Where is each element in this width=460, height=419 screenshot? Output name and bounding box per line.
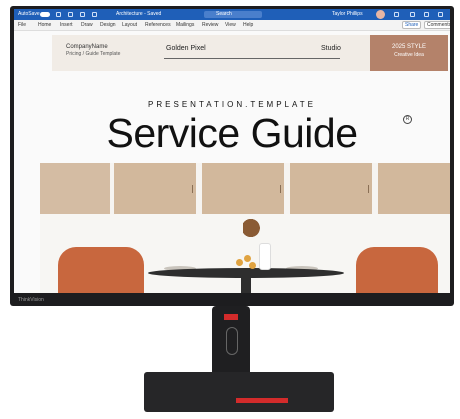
home-icon[interactable]: [68, 12, 73, 17]
maximize-icon[interactable]: [424, 12, 429, 17]
cabinet-handle: [368, 185, 369, 193]
monitor-brand: ThinkVision: [18, 297, 44, 303]
avatar[interactable]: [376, 10, 385, 19]
share-button[interactable]: Share: [402, 21, 422, 29]
cable-hole: [226, 327, 238, 355]
cabinet-panel: [290, 163, 372, 214]
studio-label: Studio: [321, 45, 341, 52]
search-label: Search: [216, 11, 232, 17]
document-canvas[interactable]: CompanyName Pricing / Guide Template Gol…: [14, 31, 450, 293]
monitor-stand: [212, 306, 250, 376]
table-leg: [241, 276, 251, 293]
cabinet-panel: [114, 163, 196, 214]
cabinet-panel: [202, 163, 284, 214]
badge-line2: Creative Idea: [394, 52, 424, 58]
menu-home[interactable]: Home: [38, 22, 51, 28]
eyebrow-text: PRESENTATION.TEMPLATE: [148, 100, 316, 109]
cabinet-panel: [40, 163, 110, 214]
menu-design[interactable]: Design: [100, 22, 116, 28]
menu-view[interactable]: View: [225, 22, 236, 28]
registered-icon: R: [403, 115, 412, 124]
document-title[interactable]: Architecture - Saved: [116, 9, 161, 20]
fruit: [249, 262, 256, 269]
cabinet-handle: [192, 185, 193, 193]
monitor: AutoSave Architecture - Saved Search Tay…: [10, 6, 454, 306]
subtitle: Pricing / Guide Template: [66, 51, 121, 57]
style-badge: 2025 STYLE Creative Idea: [370, 35, 448, 71]
menu-draw[interactable]: Draw: [81, 22, 93, 28]
screen: AutoSave Architecture - Saved Search Tay…: [14, 9, 450, 293]
left-chair: [58, 247, 144, 293]
pen-icon[interactable]: [394, 12, 399, 17]
menu-mailings[interactable]: Mailings: [176, 22, 194, 28]
base-accent: [236, 398, 288, 403]
user-name: Taylor Phillips: [332, 11, 363, 17]
menu-help[interactable]: Help: [243, 22, 253, 28]
menu-insert[interactable]: Insert: [60, 22, 73, 28]
header-band: CompanyName Pricing / Guide Template Gol…: [52, 35, 448, 71]
vase: [259, 243, 271, 270]
company-name: CompanyName: [66, 44, 108, 50]
redo-icon[interactable]: [92, 12, 97, 17]
minimize-icon[interactable]: [410, 12, 415, 17]
autosave-toggle[interactable]: [40, 12, 50, 17]
autosave-label: AutoSave: [18, 11, 40, 17]
undo-icon[interactable]: [80, 12, 85, 17]
golden-pixel-label: Golden Pixel: [166, 45, 206, 52]
badge-line1: 2025 STYLE: [391, 44, 427, 50]
stand-accent: [224, 314, 238, 320]
title-bar: AutoSave Architecture - Saved Search Tay…: [14, 9, 450, 20]
search-box[interactable]: Search: [204, 11, 262, 18]
save-icon[interactable]: [56, 12, 61, 17]
page-title: Service Guide: [106, 110, 358, 156]
cabinet-panel: [378, 163, 450, 214]
divider: [164, 58, 340, 59]
cabinet-handle: [280, 185, 281, 193]
dining-photo: [40, 163, 450, 293]
menu-bar: File Home Insert Draw Design Layout Refe…: [14, 20, 450, 31]
fruit: [236, 259, 243, 266]
comments-button[interactable]: Comments: [424, 21, 450, 29]
menu-review[interactable]: Review: [202, 22, 218, 28]
close-icon[interactable]: [438, 12, 443, 17]
fruit: [244, 255, 251, 262]
right-chair: [356, 247, 438, 293]
monitor-base: [144, 372, 334, 412]
menu-file[interactable]: File: [18, 22, 26, 28]
plant: [243, 216, 269, 246]
menu-references[interactable]: References: [145, 22, 171, 28]
menu-layout[interactable]: Layout: [122, 22, 137, 28]
